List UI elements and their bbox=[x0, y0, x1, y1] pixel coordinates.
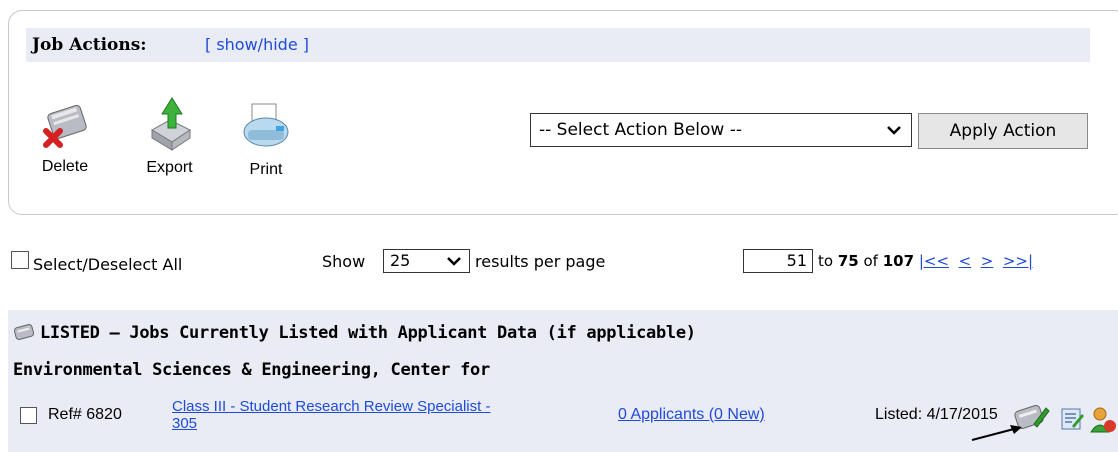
to-label: to bbox=[818, 252, 834, 270]
listed-icon bbox=[13, 324, 35, 340]
job-title-link[interactable]: Class III - Student Research Review Spec… bbox=[172, 398, 592, 432]
delete-label: Delete bbox=[41, 158, 89, 175]
chevron-down-icon bbox=[887, 126, 901, 135]
show-hide-link[interactable]: [ show/hide ] bbox=[205, 35, 309, 54]
export-icon bbox=[150, 97, 191, 151]
job-actions-title: Job Actions: bbox=[32, 35, 147, 55]
of-label: of bbox=[863, 252, 878, 270]
range-total: 107 bbox=[882, 252, 915, 270]
prev-page-link[interactable]: < bbox=[959, 252, 972, 270]
listed-section-title: LISTED – Jobs Currently Listed with Appl… bbox=[40, 323, 696, 343]
export-label: Export bbox=[146, 159, 193, 176]
print-icon bbox=[243, 103, 289, 147]
apply-action-button[interactable]: Apply Action bbox=[918, 113, 1088, 149]
job-actions-header bbox=[26, 28, 1090, 62]
chevron-down-icon bbox=[447, 257, 461, 266]
export-tool[interactable]: Export bbox=[132, 92, 207, 177]
record-range: to 75 of 107 |<< < > >>| bbox=[818, 252, 1033, 270]
department-title: Environmental Sciences & Engineering, Ce… bbox=[13, 360, 490, 380]
range-end: 75 bbox=[837, 252, 859, 270]
select-all-label: Select/Deselect All bbox=[33, 255, 183, 274]
first-page-link[interactable]: |<< bbox=[919, 252, 949, 270]
per-page-select[interactable]: 25 bbox=[383, 249, 470, 273]
job-title-line1: Class III - Student Research Review Spec… bbox=[172, 398, 491, 415]
job-title-line2: 305 bbox=[172, 415, 198, 432]
action-select-value: -- Select Action Below -- bbox=[539, 120, 742, 140]
pointer-arrow-icon bbox=[971, 425, 1022, 441]
action-select[interactable]: -- Select Action Below -- bbox=[530, 113, 912, 147]
job-row-checkbox[interactable] bbox=[20, 407, 37, 424]
per-page-value: 25 bbox=[390, 251, 411, 270]
start-record-input[interactable]: 51 bbox=[743, 249, 813, 273]
job-ref: Ref# 6820 bbox=[48, 406, 122, 423]
applicants-link[interactable]: 0 Applicants (0 New) bbox=[618, 406, 765, 424]
delete-tool[interactable]: Delete bbox=[30, 95, 100, 176]
print-tool[interactable]: Print bbox=[236, 100, 296, 179]
applicant-user-icon[interactable] bbox=[1090, 404, 1118, 434]
next-page-link[interactable]: > bbox=[981, 252, 994, 270]
last-page-link[interactable]: >>| bbox=[1003, 252, 1033, 270]
show-label: Show bbox=[322, 252, 366, 271]
print-label: Print bbox=[249, 161, 283, 178]
results-per-page-label: results per page bbox=[475, 252, 606, 271]
notes-icon[interactable] bbox=[1060, 406, 1084, 432]
delete-icon bbox=[43, 104, 87, 148]
select-all-checkbox[interactable] bbox=[11, 251, 29, 269]
